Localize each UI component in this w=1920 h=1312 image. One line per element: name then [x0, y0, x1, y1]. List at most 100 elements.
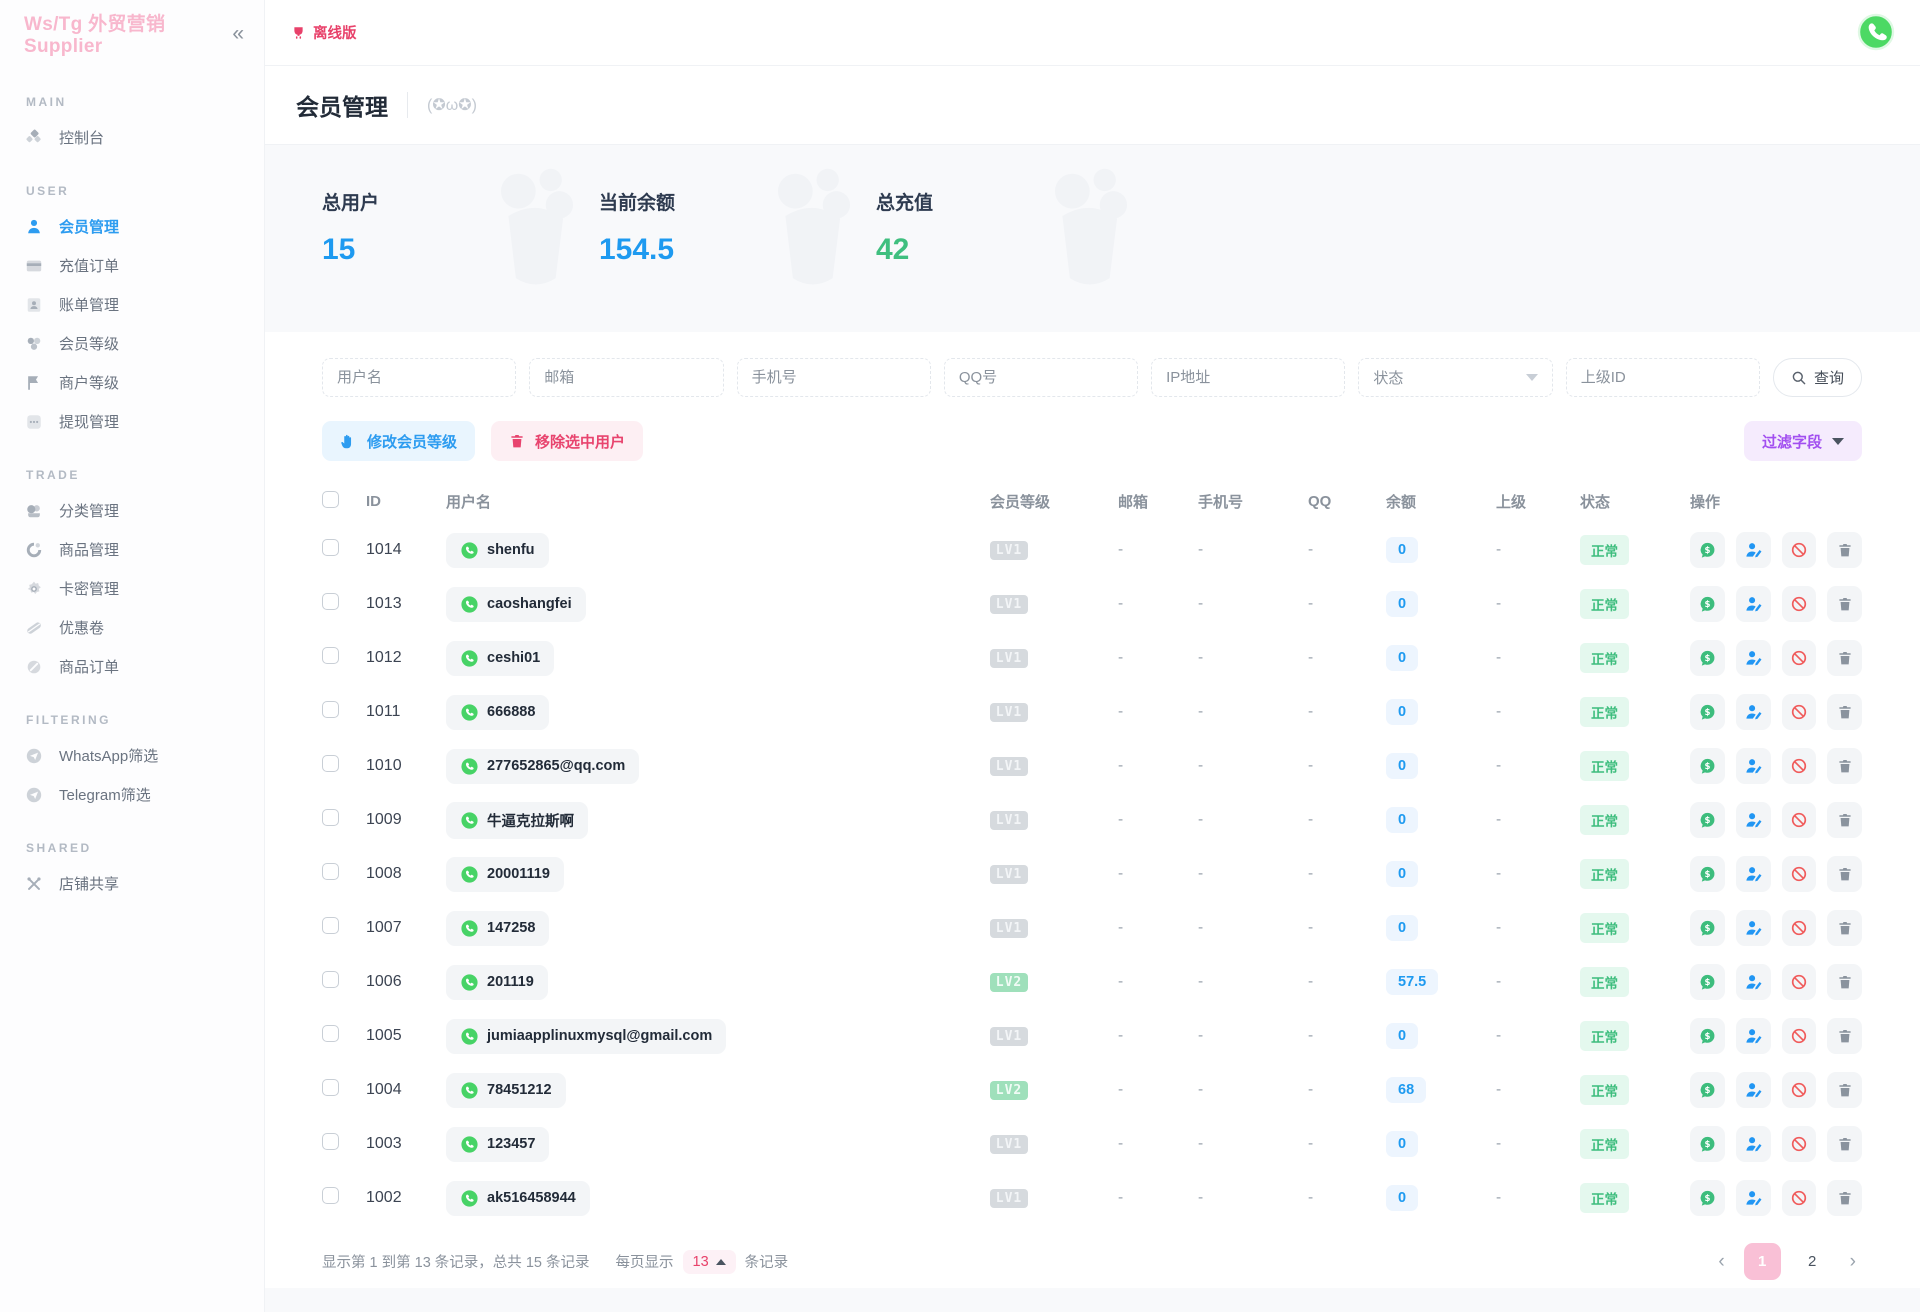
edit-user-button[interactable]: [1736, 802, 1771, 838]
edit-user-button[interactable]: [1736, 640, 1771, 676]
ban-user-button[interactable]: [1782, 694, 1817, 730]
user-chip[interactable]: 666888: [446, 695, 549, 730]
ban-user-button[interactable]: [1782, 640, 1817, 676]
edit-user-button[interactable]: [1736, 1018, 1771, 1054]
edit-user-button[interactable]: [1736, 694, 1771, 730]
ban-user-button[interactable]: [1782, 910, 1817, 946]
balance-action-button[interactable]: $: [1690, 532, 1725, 568]
balance-action-button[interactable]: $: [1690, 694, 1725, 730]
delete-user-button[interactable]: [1827, 1126, 1862, 1162]
search-button[interactable]: 查询: [1773, 358, 1862, 397]
delete-user-button[interactable]: [1827, 964, 1862, 1000]
email-filter-input[interactable]: [529, 358, 723, 397]
filter-fields-button[interactable]: 过滤字段: [1744, 421, 1862, 461]
sidebar-item-member-management[interactable]: 会员管理: [24, 207, 250, 246]
ban-user-button[interactable]: [1782, 586, 1817, 622]
row-checkbox[interactable]: [322, 1025, 339, 1042]
edit-user-button[interactable]: [1736, 1072, 1771, 1108]
user-chip[interactable]: jumiaapplinuxmysql@gmail.com: [446, 1019, 726, 1054]
delete-user-button[interactable]: [1827, 694, 1862, 730]
ban-user-button[interactable]: [1782, 1180, 1817, 1216]
row-checkbox[interactable]: [322, 701, 339, 718]
user-chip[interactable]: 147258: [446, 911, 549, 946]
ban-user-button[interactable]: [1782, 532, 1817, 568]
row-checkbox[interactable]: [322, 539, 339, 556]
page-button-2[interactable]: 2: [1794, 1243, 1831, 1280]
sidebar-item-product-orders[interactable]: 商品订单: [24, 647, 250, 686]
user-chip[interactable]: ceshi01: [446, 641, 554, 676]
balance-action-button[interactable]: $: [1690, 802, 1725, 838]
balance-action-button[interactable]: $: [1690, 910, 1725, 946]
edit-user-button[interactable]: [1736, 586, 1771, 622]
user-chip[interactable]: 201119: [446, 965, 548, 1000]
phone-filter-input[interactable]: [737, 358, 931, 397]
prev-page-button[interactable]: ‹: [1712, 1251, 1730, 1273]
edit-user-button[interactable]: [1736, 910, 1771, 946]
delete-user-button[interactable]: [1827, 1018, 1862, 1054]
sidebar-item-merchant-levels[interactable]: 商户等级: [24, 363, 250, 402]
row-checkbox[interactable]: [322, 917, 339, 934]
edit-user-button[interactable]: [1736, 964, 1771, 1000]
balance-action-button[interactable]: $: [1690, 964, 1725, 1000]
row-checkbox[interactable]: [322, 1187, 339, 1204]
balance-action-button[interactable]: $: [1690, 1018, 1725, 1054]
edit-user-button[interactable]: [1736, 748, 1771, 784]
user-chip[interactable]: 20001119: [446, 857, 564, 892]
collapse-sidebar-icon[interactable]: «: [232, 23, 244, 44]
ip-filter-input[interactable]: [1151, 358, 1345, 397]
user-chip[interactable]: ak516458944: [446, 1181, 590, 1216]
ban-user-button[interactable]: [1782, 1018, 1817, 1054]
user-chip[interactable]: shenfu: [446, 533, 549, 568]
delete-user-button[interactable]: [1827, 748, 1862, 784]
username-filter-input[interactable]: [322, 358, 516, 397]
sidebar-item-recharge-orders[interactable]: 充值订单: [24, 246, 250, 285]
edit-user-button[interactable]: [1736, 1180, 1771, 1216]
sidebar-item-shop-sharing[interactable]: 店铺共享: [24, 864, 250, 903]
per-page-select[interactable]: 13: [683, 1250, 736, 1274]
ban-user-button[interactable]: [1782, 856, 1817, 892]
balance-action-button[interactable]: $: [1690, 748, 1725, 784]
sidebar-item-category-management[interactable]: 分类管理: [24, 491, 250, 530]
sidebar-item-withdrawal-management[interactable]: 提现管理: [24, 402, 250, 441]
user-chip[interactable]: 277652865@qq.com: [446, 749, 639, 784]
sidebar-item-billing-management[interactable]: 账单管理: [24, 285, 250, 324]
ban-user-button[interactable]: [1782, 748, 1817, 784]
balance-action-button[interactable]: $: [1690, 1180, 1725, 1216]
edit-user-button[interactable]: [1736, 532, 1771, 568]
delete-user-button[interactable]: [1827, 1072, 1862, 1108]
row-checkbox[interactable]: [322, 1133, 339, 1150]
edit-member-level-button[interactable]: 修改会员等级: [322, 421, 475, 461]
ban-user-button[interactable]: [1782, 1126, 1817, 1162]
status-filter-select[interactable]: 状态: [1358, 358, 1552, 397]
user-chip[interactable]: 牛逼克拉斯啊: [446, 802, 588, 839]
delete-user-button[interactable]: [1827, 856, 1862, 892]
row-checkbox[interactable]: [322, 647, 339, 664]
ban-user-button[interactable]: [1782, 802, 1817, 838]
balance-action-button[interactable]: $: [1690, 1126, 1725, 1162]
sidebar-item-product-management[interactable]: 商品管理: [24, 530, 250, 569]
ban-user-button[interactable]: [1782, 1072, 1817, 1108]
row-checkbox[interactable]: [322, 755, 339, 772]
delete-user-button[interactable]: [1827, 532, 1862, 568]
delete-user-button[interactable]: [1827, 910, 1862, 946]
delete-user-button[interactable]: [1827, 586, 1862, 622]
sidebar-item-card-key-management[interactable]: 卡密管理: [24, 569, 250, 608]
sidebar-item-dashboard[interactable]: 控制台: [24, 118, 250, 157]
delete-user-button[interactable]: [1827, 1180, 1862, 1216]
row-checkbox[interactable]: [322, 809, 339, 826]
sidebar-item-coupons[interactable]: 优惠卷: [24, 608, 250, 647]
sidebar-item-member-levels[interactable]: 会员等级: [24, 324, 250, 363]
qq-filter-input[interactable]: [944, 358, 1138, 397]
balance-action-button[interactable]: $: [1690, 856, 1725, 892]
sidebar-item-whatsapp-filter[interactable]: WhatsApp筛选: [24, 736, 250, 775]
row-checkbox[interactable]: [322, 863, 339, 880]
page-button-1[interactable]: 1: [1744, 1243, 1781, 1280]
user-chip[interactable]: 78451212: [446, 1073, 566, 1108]
user-chip[interactable]: caoshangfei: [446, 587, 586, 622]
next-page-button[interactable]: ›: [1844, 1251, 1862, 1273]
whatsapp-logo-icon[interactable]: [1854, 11, 1898, 55]
balance-action-button[interactable]: $: [1690, 1072, 1725, 1108]
balance-action-button[interactable]: $: [1690, 586, 1725, 622]
delete-user-button[interactable]: [1827, 640, 1862, 676]
edit-user-button[interactable]: [1736, 856, 1771, 892]
